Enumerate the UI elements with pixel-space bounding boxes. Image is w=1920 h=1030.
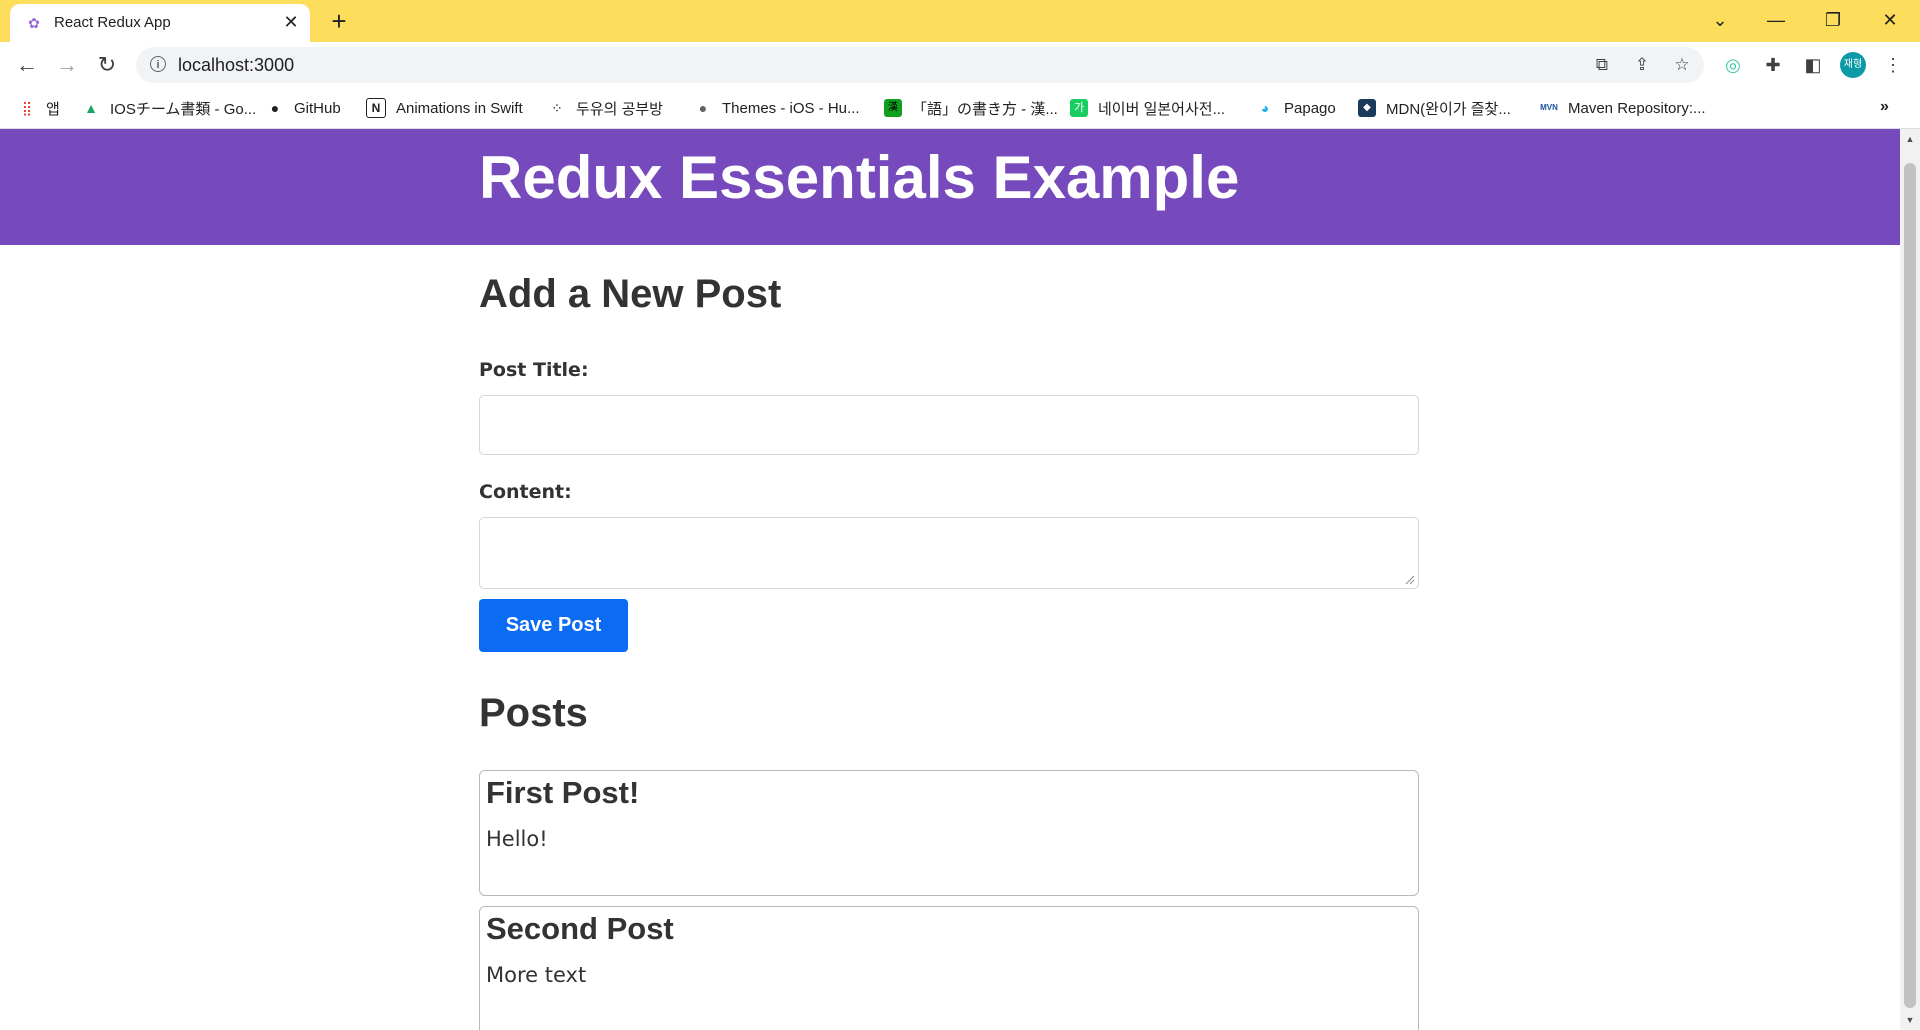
bookmark-kanji[interactable]: 漢 「語」の書き方 - 漢... bbox=[884, 96, 1058, 120]
minimize-button[interactable]: — bbox=[1756, 6, 1796, 34]
scroll-thumb[interactable] bbox=[1904, 163, 1916, 1008]
restore-button[interactable]: ❐ bbox=[1813, 6, 1853, 34]
back-arrow-icon[interactable]: ← bbox=[12, 50, 42, 80]
new-tab-button[interactable]: + bbox=[324, 6, 354, 36]
mdn-icon: ◆ bbox=[1358, 99, 1376, 117]
app-title: Redux Essentials Example bbox=[479, 144, 1240, 211]
google-drive-icon: ▲ bbox=[84, 100, 98, 116]
post-title-input[interactable] bbox=[479, 395, 1419, 455]
browser-tab[interactable]: ✿ React Redux App ✕ bbox=[10, 4, 310, 42]
post-title: Second Post bbox=[486, 911, 674, 946]
page-viewport: Redux Essentials Example Add a New Post … bbox=[0, 129, 1900, 1030]
bookmark-ios-docs[interactable]: ▲ IOSチーム書類 - Go... bbox=[82, 96, 256, 120]
content-textarea[interactable] bbox=[479, 517, 1419, 589]
naver-dict-icon: 가 bbox=[1070, 99, 1088, 117]
bookmark-apps[interactable]: ⣿ 앱 bbox=[18, 96, 60, 120]
bookmark-themes-ios[interactable]: ● Themes - iOS - Hu... bbox=[694, 96, 860, 120]
content-label: Content: bbox=[479, 481, 572, 503]
papago-icon: ◕ bbox=[1260, 100, 1270, 116]
scroll-up-arrow-icon[interactable]: ▲ bbox=[1900, 129, 1920, 149]
post-content: More text bbox=[486, 963, 587, 987]
maven-icon: MVN bbox=[1540, 103, 1558, 112]
notion-icon: N bbox=[366, 98, 386, 118]
app-header: Redux Essentials Example bbox=[0, 129, 1900, 245]
address-bar[interactable]: i localhost:3000 ⧉ ⇪ ☆ bbox=[136, 47, 1704, 83]
share-icon[interactable]: ⇪ bbox=[1630, 53, 1654, 77]
browser-tab-strip: ✿ React Redux App ✕ + ⌄ — ❐ ✕ bbox=[0, 0, 1920, 42]
kanji-site-icon: 漢 bbox=[884, 99, 902, 117]
menu-kebab-icon[interactable]: ⋮ bbox=[1880, 52, 1906, 78]
forward-arrow-icon[interactable]: → bbox=[52, 50, 82, 80]
resize-grip-icon[interactable] bbox=[1405, 575, 1415, 585]
post-content: Hello! bbox=[486, 827, 548, 851]
extensions-puzzle-icon[interactable]: ✚ bbox=[1760, 52, 1786, 78]
bookmark-animations-swift[interactable]: N Animations in Swift bbox=[366, 96, 523, 120]
post-title-label: Post Title: bbox=[479, 359, 589, 381]
github-icon: ● bbox=[270, 100, 280, 116]
bookmark-maven[interactable]: MVN Maven Repository:... bbox=[1540, 96, 1705, 120]
bookmark-mdn[interactable]: ◆ MDN(완이가 즐찾... bbox=[1358, 96, 1511, 120]
url-text[interactable]: localhost:3000 bbox=[178, 55, 294, 76]
bookmark-github[interactable]: ● GitHub bbox=[266, 96, 341, 120]
tab-title: React Redux App bbox=[54, 14, 171, 31]
redux-favicon-icon: ✿ bbox=[28, 15, 40, 31]
scroll-down-arrow-icon[interactable]: ▼ bbox=[1900, 1010, 1920, 1030]
posts-heading: Posts bbox=[479, 691, 588, 735]
post-title: First Post! bbox=[486, 775, 640, 810]
apple-icon: ● bbox=[698, 100, 708, 116]
open-in-app-icon[interactable]: ⧉ bbox=[1590, 53, 1614, 77]
tab-search-button[interactable]: ⌄ bbox=[1700, 6, 1740, 34]
dots-icon: ⁘ bbox=[551, 100, 563, 116]
bookmark-naver-dict[interactable]: 가 네이버 일본어사전... bbox=[1070, 96, 1225, 120]
browser-toolbar: ← → ↻ i localhost:3000 ⧉ ⇪ ☆ ◎ ✚ ◧ 재형 ⋮ bbox=[0, 42, 1920, 88]
profile-avatar[interactable]: 재형 bbox=[1840, 52, 1866, 78]
bookmark-papago[interactable]: ◕ Papago bbox=[1256, 96, 1336, 120]
apps-grid-icon: ⣿ bbox=[21, 100, 33, 116]
extension-circle-icon[interactable]: ◎ bbox=[1720, 52, 1746, 78]
save-post-button[interactable]: Save Post bbox=[479, 599, 628, 652]
site-info-icon[interactable]: i bbox=[150, 56, 166, 72]
post-card: First Post! Hello! bbox=[479, 770, 1419, 896]
side-panel-icon[interactable]: ◧ bbox=[1800, 52, 1826, 78]
reload-icon[interactable]: ↻ bbox=[92, 50, 122, 80]
close-window-button[interactable]: ✕ bbox=[1870, 6, 1910, 34]
add-post-heading: Add a New Post bbox=[479, 272, 782, 316]
page-scrollbar[interactable]: ▲ ▼ bbox=[1900, 129, 1920, 1030]
tab-close-icon[interactable]: ✕ bbox=[280, 11, 302, 33]
bookmarks-bar: ⣿ 앱 ▲ IOSチーム書類 - Go... ● GitHub N Animat… bbox=[0, 88, 1920, 129]
bookmarks-overflow-button[interactable]: » bbox=[1880, 98, 1889, 116]
post-card: Second Post More text bbox=[479, 906, 1419, 1030]
bookmark-star-icon[interactable]: ☆ bbox=[1670, 53, 1694, 77]
bookmark-study-room[interactable]: ⁘ 두유의 공부방 bbox=[548, 96, 663, 120]
